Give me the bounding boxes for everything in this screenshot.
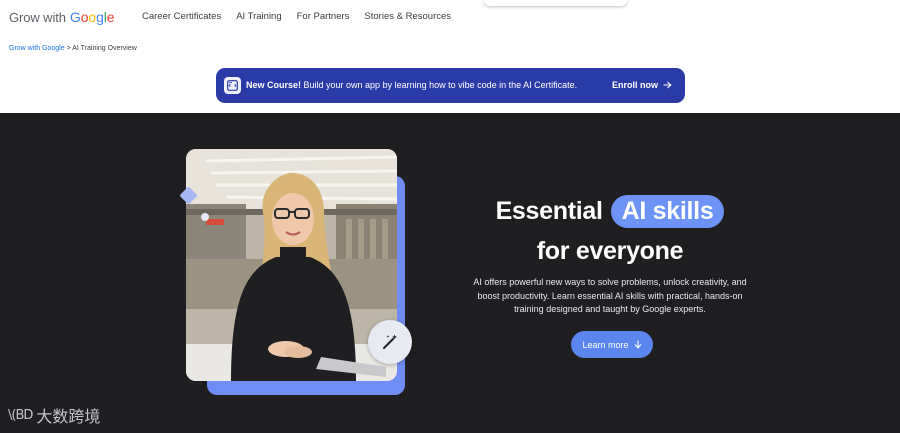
hero-title-highlight: AI skills bbox=[610, 194, 725, 228]
decorative-dot bbox=[201, 213, 209, 221]
breadcrumb: Grow with Google > AI Training Overview bbox=[9, 45, 137, 52]
hero-section: Essential AI skills for everyone AI offe… bbox=[0, 113, 900, 433]
hero-description: AI offers powerful new ways to solve pro… bbox=[473, 277, 747, 314]
breadcrumb-link-home[interactable]: Grow with Google bbox=[9, 45, 65, 52]
nav-item-career-certificates[interactable]: Career Certificates bbox=[142, 11, 221, 22]
hero-title-line2: for everyone bbox=[536, 237, 684, 265]
learn-more-button[interactable]: Learn more bbox=[571, 331, 653, 358]
nav-item-stories-resources[interactable]: Stories & Resources bbox=[364, 11, 451, 22]
hero-title-prefix: Essential bbox=[495, 197, 603, 225]
magic-wand-badge bbox=[368, 320, 412, 364]
watermark: \(BD 大数跨境 bbox=[8, 403, 100, 427]
promo-bold-label: New Course! bbox=[246, 80, 302, 90]
nav-item-for-partners[interactable]: For Partners bbox=[297, 11, 350, 22]
code-app-icon bbox=[224, 77, 241, 94]
magic-wand-icon bbox=[383, 334, 397, 349]
logo-letter: e bbox=[106, 9, 115, 25]
google-wordmark: Google bbox=[70, 9, 115, 25]
new-course-banner[interactable]: New Course! Build your own app by learni… bbox=[216, 68, 685, 103]
hero-title-line1: Essential AI skills bbox=[460, 191, 760, 231]
nav-item-ai-training[interactable]: AI Training bbox=[236, 11, 281, 22]
promo-message: New Course! Build your own app by learni… bbox=[246, 80, 577, 90]
breadcrumb-current: AI Training Overview bbox=[72, 45, 137, 52]
logo-letter: G bbox=[69, 9, 81, 25]
watermark-mark: \(BD bbox=[8, 407, 33, 423]
logo-letter: o bbox=[88, 9, 97, 25]
enroll-now-label: Enroll now bbox=[612, 80, 658, 90]
main-nav: Career Certificates AI Training For Part… bbox=[142, 11, 466, 22]
hero-photo bbox=[186, 149, 397, 381]
dropdown-panel-edge bbox=[484, 0, 627, 6]
enroll-now-link[interactable]: Enroll now bbox=[612, 80, 672, 90]
learn-more-label: Learn more bbox=[582, 339, 629, 350]
promo-text: Build your own app by learning how to vi… bbox=[301, 80, 578, 90]
watermark-text: 大数跨境 bbox=[36, 409, 101, 426]
logo-letter: g bbox=[96, 9, 104, 25]
grow-with-google-logo[interactable]: Grow with Google bbox=[9, 9, 115, 25]
top-header: Grow with Google Career Certificates AI … bbox=[0, 0, 900, 36]
arrow-right-icon bbox=[663, 81, 672, 89]
hero-title: Essential AI skills for everyone bbox=[460, 191, 760, 271]
arrow-down-icon bbox=[634, 340, 641, 349]
logo-prefix: Grow with bbox=[9, 10, 66, 25]
